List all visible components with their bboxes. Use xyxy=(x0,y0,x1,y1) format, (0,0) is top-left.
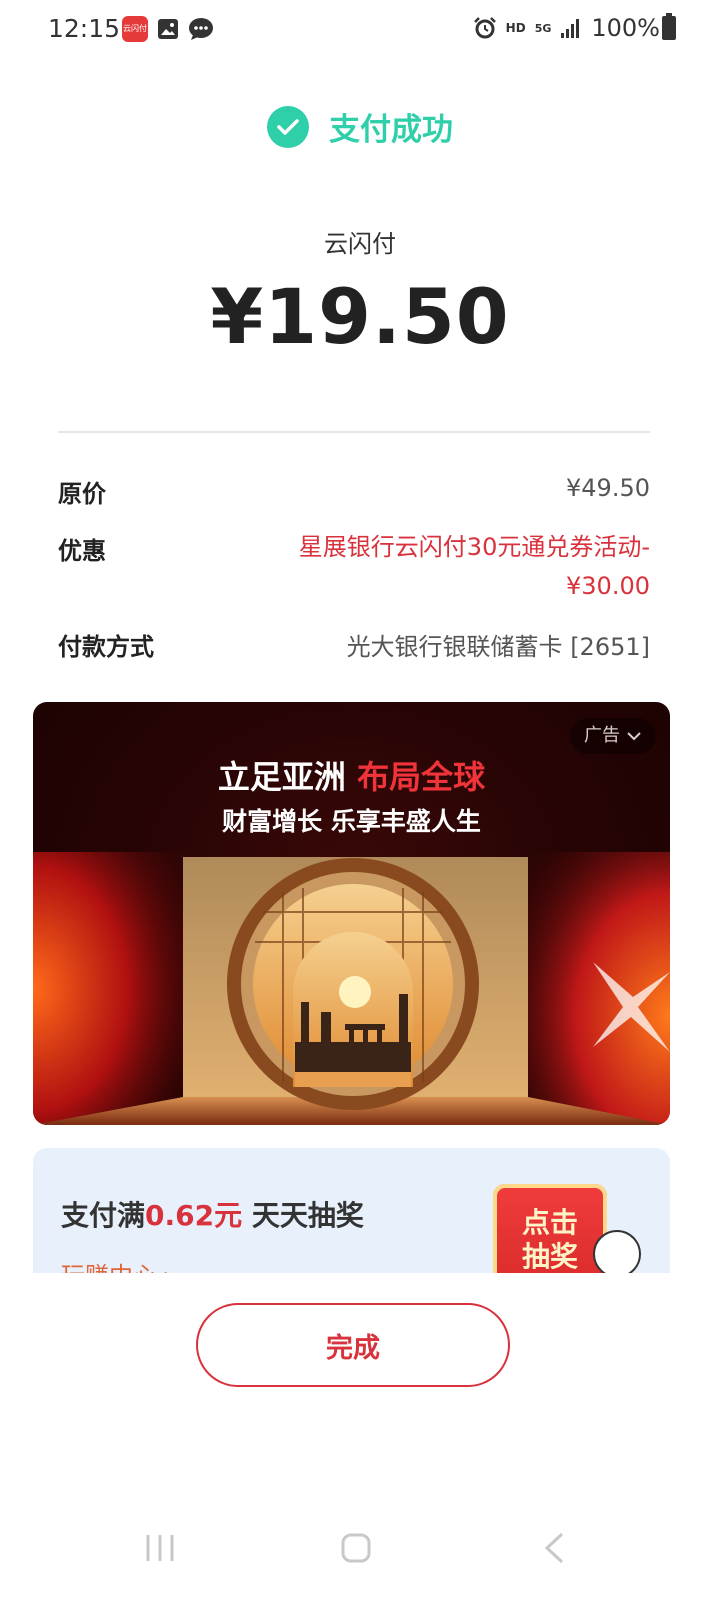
battery-icon xyxy=(662,13,676,40)
discount-value-line2: ¥30.00 xyxy=(566,572,650,600)
ad-artwork-image xyxy=(33,852,670,1125)
lottery-text: 支付满0.62元 天天抽奖 xyxy=(61,1194,364,1234)
ad-subtitle: 财富增长 乐享丰盛人生 xyxy=(222,807,481,836)
draw-lottery-line2: 抽奖 xyxy=(521,1240,578,1273)
alarm-icon xyxy=(473,17,496,39)
discount-label: 优惠 xyxy=(58,537,106,565)
rewards-center-label: 玩赚中心 xyxy=(61,1262,157,1273)
system-navigation-bar xyxy=(0,1500,720,1600)
chevron-down-icon xyxy=(627,732,641,741)
network-indicator: 5G xyxy=(534,21,552,35)
ad-tag[interactable]: 广告 xyxy=(570,718,656,754)
payment-success-header: 支付成功 xyxy=(0,104,720,149)
back-button[interactable] xyxy=(526,1520,582,1576)
notification-icons: 云闪付 xyxy=(122,16,214,42)
check-circle-icon xyxy=(267,105,309,148)
app-notification-icon: 云闪付 xyxy=(122,16,148,42)
success-title: 支付成功 xyxy=(329,112,453,148)
done-button[interactable]: 完成 xyxy=(196,1303,510,1387)
home-button[interactable] xyxy=(328,1520,384,1576)
panda-mascot-icon xyxy=(593,1230,641,1273)
ad-title: 立足亚洲 布局全球 xyxy=(33,752,670,798)
status-time: 12:15 xyxy=(48,14,121,43)
back-icon xyxy=(544,1532,564,1564)
lottery-amount: 0.62元 xyxy=(145,1199,243,1232)
original-price-value: ¥49.50 xyxy=(566,474,650,502)
merchant-name: 云闪付 xyxy=(324,230,396,258)
lottery-card[interactable]: 支付满0.62元 天天抽奖 玩赚中心 ▸ 点击 抽奖 xyxy=(33,1148,670,1273)
divider xyxy=(58,431,650,433)
paid-amount: ¥19.50 xyxy=(210,272,510,361)
discount-value: 星展银行云闪付30元通兑券活动- ¥30.00 xyxy=(299,528,650,606)
ad-banner[interactable]: 广告 立足亚洲 布局全球 财富增长 乐享丰盛人生 xyxy=(33,702,670,1125)
home-icon xyxy=(341,1533,371,1563)
rewards-center-link[interactable]: 玩赚中心 ▸ xyxy=(61,1256,177,1273)
hd-indicator: HD xyxy=(505,21,526,35)
message-icon xyxy=(189,18,213,40)
signal-icon xyxy=(561,19,580,38)
battery-percent: 100% xyxy=(591,14,660,42)
lottery-text-suffix: 天天抽奖 xyxy=(242,1199,364,1232)
status-indicators: HD 5G 100% xyxy=(473,14,660,42)
ad-tag-label: 广告 xyxy=(584,725,620,746)
original-price-label: 原价 xyxy=(58,480,106,508)
draw-lottery-line1: 点击 xyxy=(521,1206,578,1239)
lottery-text-prefix: 支付满 xyxy=(61,1199,146,1232)
discount-value-line1: 星展银行云闪付30元通兑券活动- xyxy=(298,533,650,561)
image-icon xyxy=(158,19,178,39)
payment-method-label: 付款方式 xyxy=(58,633,154,661)
status-bar: 12:15 云闪付 HD 5G 100% xyxy=(0,0,720,60)
recent-apps-icon xyxy=(146,1535,174,1561)
ad-title-part2: 布局全球 xyxy=(357,758,486,796)
draw-lottery-button[interactable]: 点击 抽奖 xyxy=(493,1184,607,1273)
payment-method-value: 光大银行银联储蓄卡 [2651] xyxy=(346,633,650,661)
recent-apps-button[interactable] xyxy=(132,1520,188,1576)
ad-title-part1: 立足亚洲 xyxy=(217,758,358,796)
